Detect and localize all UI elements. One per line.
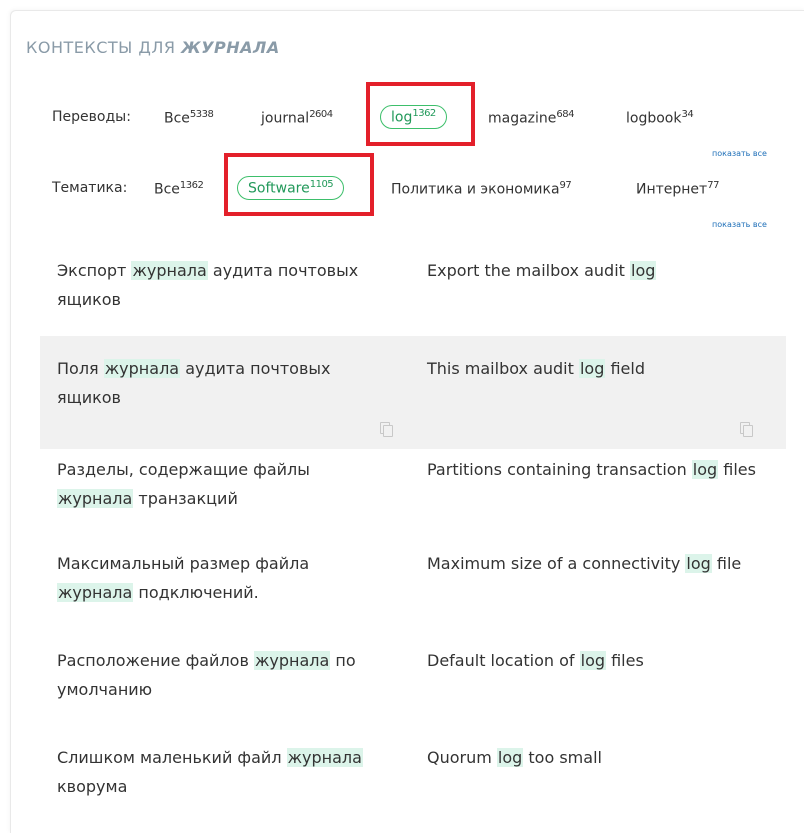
- term-highlight: журнала: [286, 748, 363, 767]
- translation-chip-magazine[interactable]: magazine684: [488, 109, 575, 127]
- chip-count: 2604: [309, 109, 333, 120]
- term-highlight: журнала: [103, 359, 181, 378]
- text: Экспорт: [57, 261, 132, 280]
- topic-chip-all[interactable]: Все1362: [154, 180, 204, 198]
- text: Partitions containing transaction: [427, 460, 692, 479]
- text: Default location of: [427, 651, 580, 670]
- example-source: Максимальный размер файла журнала подклю…: [57, 549, 387, 607]
- chip-label: Все: [154, 181, 180, 198]
- translations-label: Переводы:: [52, 109, 131, 125]
- chip-label: Интернет: [636, 181, 708, 198]
- text: field: [605, 359, 645, 378]
- example-pair[interactable]: Экспорт журнала аудита почтовых ящиков E…: [40, 244, 786, 328]
- example-source: Экспорт журнала аудита почтовых ящиков: [57, 256, 387, 314]
- chip-count: 77: [707, 180, 719, 191]
- term-highlight: журнала: [131, 261, 208, 280]
- topic-chip-politics-economics[interactable]: Политика и экономика97: [391, 180, 572, 198]
- copy-target-icon[interactable]: [740, 422, 753, 437]
- text: Поля: [57, 359, 104, 378]
- chip-label: journal: [261, 110, 310, 127]
- chip-count: 34: [681, 109, 694, 120]
- chip-count: 97: [559, 180, 572, 191]
- text: кворума: [57, 777, 128, 796]
- example-pair[interactable]: Слишком маленький файл журнала кворума Q…: [40, 735, 786, 819]
- chip-count: 684: [556, 109, 575, 120]
- log-chip-annotation: [366, 82, 475, 146]
- chip-label: Все: [164, 110, 190, 127]
- example-pair[interactable]: Разделы, содержащие файлы журнала транза…: [40, 449, 786, 533]
- text: Export the mailbox audit: [427, 261, 630, 280]
- term-highlight: log: [691, 460, 719, 479]
- term-highlight: журнала: [253, 651, 331, 670]
- term-highlight: log: [685, 554, 712, 573]
- example-target: Export the mailbox audit log: [427, 256, 757, 285]
- text: подключений.: [133, 583, 259, 602]
- heading-prefix: КОНТЕКСТЫ ДЛЯ: [26, 38, 176, 57]
- example-source: Расположение файлов журнала по умолчанию: [57, 646, 387, 704]
- translation-chip-journal[interactable]: journal2604: [261, 109, 333, 127]
- example-source: Поля журнала аудита почтовых ящиков: [57, 354, 387, 412]
- chip-count: 5338: [189, 109, 214, 120]
- copy-source-icon[interactable]: [380, 422, 393, 437]
- example-pair[interactable]: Расположение файлов журнала по умолчанию…: [40, 638, 786, 722]
- text: транзакций: [133, 489, 238, 508]
- chip-label: logbook: [626, 110, 682, 127]
- example-source: Разделы, содержащие файлы журнала транза…: [57, 455, 387, 513]
- example-pair[interactable]: Поля журнала аудита почтовых ящиков This…: [40, 336, 786, 449]
- text: files: [606, 651, 644, 670]
- example-target: Maximum size of a connectivity log file: [427, 549, 757, 578]
- example-target: Default location of log files: [427, 646, 757, 675]
- topics-label: Тематика:: [52, 180, 128, 196]
- translation-chip-all[interactable]: Все5338: [164, 109, 214, 127]
- text: Maximum size of a connectivity: [427, 554, 686, 573]
- text: too small: [523, 748, 602, 767]
- topic-chip-internet[interactable]: Интернет77: [636, 180, 719, 198]
- term-highlight: log: [578, 359, 606, 378]
- term-highlight: log: [630, 261, 657, 280]
- text: Расположение файлов: [57, 651, 254, 670]
- translation-chip-logbook[interactable]: logbook34: [626, 109, 694, 127]
- text: This mailbox audit: [427, 359, 579, 378]
- text: Разделы, содержащие файлы: [57, 460, 310, 479]
- term-highlight: журнала: [57, 583, 134, 602]
- text: Максимальный размер файла: [57, 554, 310, 573]
- heading-term: ЖУРНАЛА: [181, 38, 280, 57]
- term-highlight: log: [579, 651, 607, 670]
- text: file: [711, 554, 742, 573]
- chip-label: magazine: [488, 110, 557, 127]
- contexts-heading: КОНТЕКСТЫ ДЛЯ ЖУРНАЛА: [26, 38, 280, 57]
- text: files: [718, 460, 756, 479]
- example-source: Слишком маленький файл журнала кворума: [57, 743, 387, 801]
- example-target: Quorum log too small: [427, 743, 757, 772]
- chip-count: 1362: [179, 180, 204, 191]
- term-highlight: журнала: [57, 489, 134, 508]
- example-target: This mailbox audit log field: [427, 354, 757, 383]
- topics-show-all-link[interactable]: показать все: [712, 220, 767, 229]
- text: Слишком маленький файл: [57, 748, 287, 767]
- chip-label: Политика и экономика: [391, 181, 560, 198]
- software-chip-annotation: [224, 153, 374, 216]
- term-highlight: log: [496, 748, 524, 767]
- example-pair[interactable]: Максимальный размер файла журнала подклю…: [40, 541, 786, 625]
- text: Quorum: [427, 748, 497, 767]
- translations-show-all-link[interactable]: показать все: [712, 149, 767, 158]
- example-target: Partitions containing transaction log fi…: [427, 455, 757, 484]
